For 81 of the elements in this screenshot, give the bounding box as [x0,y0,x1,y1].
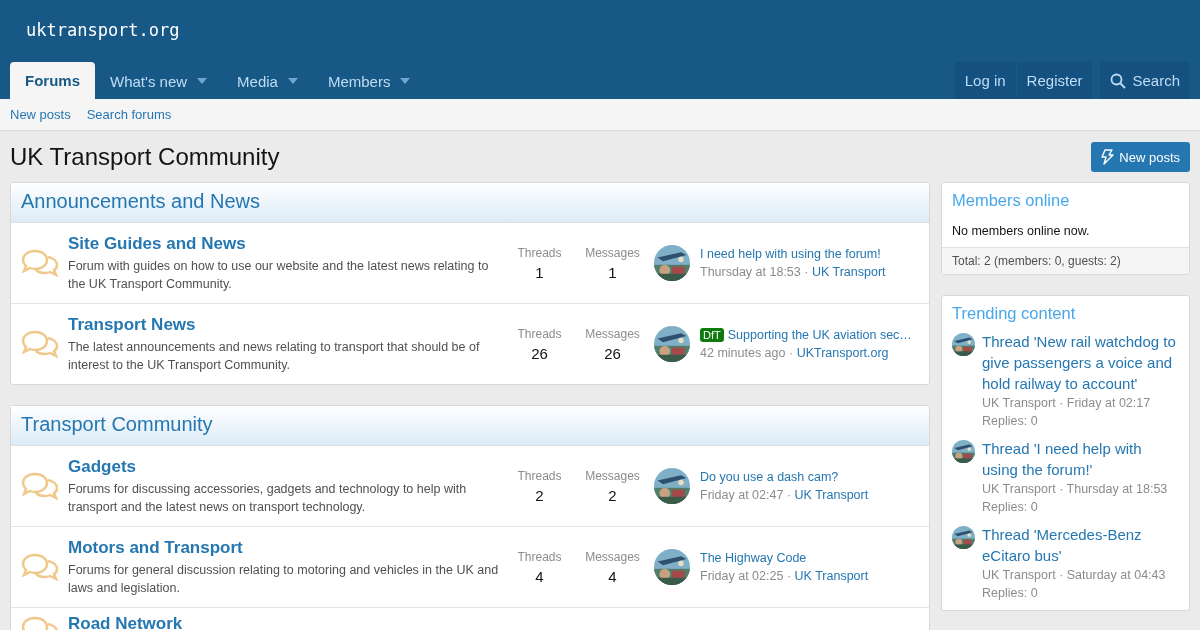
thread-link[interactable]: I need help with using the forum! [700,247,881,261]
forum-description: Forums for discussing accessories, gadgets and technology to help with transport and the latest news on transport technology. [68,480,468,516]
forum-description: The latest announcements and news relating to transport that should be of interest to the UK Transport Community. [68,338,481,374]
thread-link[interactable]: Thread 'I need help with using the forum!' [982,438,1179,480]
thread-link[interactable]: The Highway Code [700,551,807,565]
site-logo[interactable]: uktransport.org [0,0,1200,62]
post-time: Thursday at 18:53 [1066,482,1168,496]
account-link[interactable]: Register [1015,62,1093,98]
forum-title[interactable]: Gadgets [68,456,137,476]
nav-tab[interactable]: Media [222,63,313,99]
separator: · [788,346,794,360]
subnav-link[interactable]: New posts [10,107,71,122]
reply-count: Replies: 0 [982,585,1039,602]
separator: · [1059,568,1064,582]
forum-description: Forums for general discussion relating to motoring and vehicles in the UK and laws and legislation. [68,561,500,597]
reply-count: Replies: 0 [982,499,1039,516]
stat-label: Threads [516,468,563,483]
speech-bubbles-icon [21,470,59,502]
stat-label: Threads [516,326,563,341]
subnav-link[interactable]: Search forums [86,107,172,122]
panel-title: Trending content [951,303,1077,324]
post-time: 42 minutes ago [700,346,786,360]
user-link[interactable]: UK Transport [794,569,869,583]
panel-title[interactable]: Members online [942,183,1189,218]
separator: · [786,569,792,583]
thread-count: 1 [534,263,545,281]
user-link[interactable]: UK Transport [811,265,886,279]
stat-label: Threads [516,549,563,564]
category-title[interactable]: Announcements and News [11,183,929,223]
forum-title[interactable]: Road Network [68,614,183,630]
post-time: Friday at 02:25 [700,569,784,583]
user-link[interactable]: UK Transport [982,568,1056,582]
stat-label: Messages [584,549,641,564]
online-total: Total: 2 (members: 0, guests: 2) [942,247,1189,274]
nav-tab[interactable]: What's new [95,63,223,99]
message-count: 2 [607,486,618,504]
stat-label: Threads [516,245,563,260]
thread-link[interactable]: Thread 'Mercedes-Benz eCitaro bus' [982,524,1179,566]
prefix-label: DfT [700,328,724,342]
post-time: Thursday at 18:53 [700,265,801,279]
post-time: Friday at 02:47 [700,488,784,502]
separator: · [804,265,809,279]
lightning-icon [1101,149,1115,165]
new-posts-button[interactable]: New posts [1091,142,1190,172]
user-link[interactable]: UK Transport [982,482,1056,496]
message-count: 26 [603,344,622,362]
stat-label: Messages [584,326,641,341]
forum-description: Forum with guides on how to use our website and the latest news relating to the UK Transport Community. [68,257,490,293]
reply-count: Replies: 0 [982,413,1039,430]
page-title: UK Transport Community [10,143,280,171]
stat-label: Messages [584,245,641,260]
thread-count: 2 [534,486,545,504]
message-count: 1 [607,263,618,281]
separator: · [786,488,792,502]
forum-title[interactable]: Transport News [68,314,196,334]
stat-label: Messages [584,468,641,483]
speech-bubbles-icon [21,247,59,279]
forum-title[interactable]: Site Guides and News [68,233,246,253]
nav-tab[interactable]: Members [312,63,426,99]
thread-link[interactable]: Thread 'New rail watchdog to give passengers a voice and hold railway to account' [982,331,1179,394]
message-count: 4 [607,567,618,585]
category-title[interactable]: Transport Community [11,406,929,446]
user-link[interactable]: UKTransport.org [796,346,889,360]
separator: · [1059,482,1064,496]
thread-link[interactable]: Do you use a dash cam? [700,470,839,484]
thread-count: 4 [534,567,545,585]
post-time: Saturday at 04:43 [1066,568,1166,582]
user-link[interactable]: UK Transport [794,488,869,502]
speech-bubbles-icon [21,328,59,360]
separator: · [1059,396,1064,410]
speech-bubbles-icon [21,551,59,583]
post-time: Friday at 02:17 [1066,396,1151,410]
user-link[interactable]: UK Transport [982,396,1056,410]
search-icon [1110,72,1127,89]
thread-link[interactable]: Supporting the UK aviation sec… [727,328,912,342]
nav-tab[interactable]: Forums [10,62,95,99]
account-link[interactable]: Log in [954,62,1016,98]
forum-title[interactable]: Motors and Transport [68,537,243,557]
search-button[interactable]: Search [1100,62,1190,99]
panel-text: No members online now. [951,223,1091,240]
thread-count: 26 [530,344,549,362]
